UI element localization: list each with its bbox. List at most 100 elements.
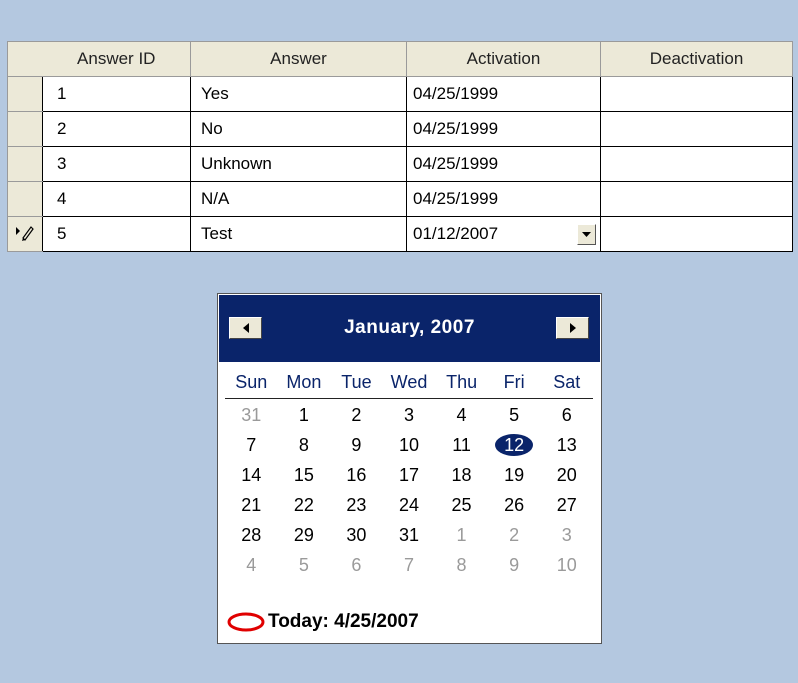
calendar-day[interactable]: 14 bbox=[225, 460, 278, 490]
today-link[interactable]: Today: 4/25/2007 bbox=[226, 608, 419, 636]
calendar-day[interactable]: 13 bbox=[540, 430, 593, 460]
cell-answer-id[interactable]: 1 bbox=[42, 76, 191, 112]
calendar-day[interactable]: 7 bbox=[383, 550, 436, 580]
calendar-day[interactable]: 1 bbox=[435, 520, 488, 550]
calendar-day[interactable]: 7 bbox=[225, 430, 278, 460]
cell-answer[interactable]: Test bbox=[190, 216, 407, 252]
cell-deactivation[interactable] bbox=[600, 216, 793, 252]
calendar-day[interactable]: 26 bbox=[488, 490, 541, 520]
cell-answer[interactable]: No bbox=[190, 111, 407, 147]
row-selector[interactable] bbox=[7, 76, 43, 112]
day-name: Thu bbox=[446, 372, 478, 392]
today-label[interactable]: Today: 4/25/2007 bbox=[268, 611, 419, 633]
cell-answer-id[interactable]: 2 bbox=[42, 111, 191, 147]
calendar-month-title: January, 2007 bbox=[344, 317, 475, 338]
column-header-answer-id[interactable]: Answer ID bbox=[42, 41, 191, 77]
cell-deactivation[interactable] bbox=[600, 76, 793, 112]
table-row[interactable]: 1 Yes 04/25/1999 bbox=[7, 76, 793, 112]
calendar-day[interactable]: 15 bbox=[278, 460, 331, 490]
calendar-day[interactable]: 25 bbox=[435, 490, 488, 520]
calendar-day[interactable]: 24 bbox=[383, 490, 436, 520]
calendar-day[interactable]: 5 bbox=[278, 550, 331, 580]
activation-date-value[interactable]: 01/12/2007 bbox=[413, 224, 498, 243]
row-selector[interactable] bbox=[7, 146, 43, 182]
row-selector[interactable] bbox=[7, 181, 43, 217]
chevron-down-icon bbox=[582, 232, 591, 237]
calendar-day-number: 12 bbox=[504, 435, 525, 455]
day-name: Sun bbox=[235, 372, 268, 392]
today-circle-icon bbox=[227, 612, 265, 632]
pencil-icon bbox=[16, 225, 34, 241]
header-corner[interactable] bbox=[7, 41, 43, 77]
calendar-day[interactable]: 9 bbox=[330, 430, 383, 460]
day-name: Wed bbox=[390, 372, 428, 392]
table-row[interactable]: 2 No 04/25/1999 bbox=[7, 111, 793, 147]
calendar-day[interactable]: 5 bbox=[488, 400, 541, 430]
cell-deactivation[interactable] bbox=[600, 146, 793, 182]
arrow-right-icon bbox=[569, 323, 576, 333]
day-of-week-row: Sun Mon Tue Wed Thu Fri Sat bbox=[225, 370, 593, 399]
calendar-day[interactable]: 8 bbox=[278, 430, 331, 460]
row-selector[interactable] bbox=[7, 111, 43, 147]
calendar-day-selected[interactable]: 12 bbox=[488, 430, 541, 460]
calendar-day[interactable]: 27 bbox=[540, 490, 593, 520]
calendar-days-grid: 31 1 2 3 4 5 6 7 8 9 10 11 12 13 14 15 16 17 18 19 20 21 22 23 2… bbox=[225, 400, 593, 580]
table-row[interactable]: 3 Unknown 04/25/1999 bbox=[7, 146, 793, 182]
cell-activation[interactable]: 04/25/1999 bbox=[406, 181, 601, 217]
calendar-day[interactable]: 30 bbox=[330, 520, 383, 550]
calendar-day[interactable]: 22 bbox=[278, 490, 331, 520]
table-row[interactable]: 4 N/A 04/25/1999 bbox=[7, 181, 793, 217]
calendar-day[interactable]: 10 bbox=[540, 550, 593, 580]
cell-answer[interactable]: Unknown bbox=[190, 146, 407, 182]
cell-answer[interactable]: Yes bbox=[190, 76, 407, 112]
calendar-day[interactable]: 2 bbox=[488, 520, 541, 550]
table-row-editing[interactable]: 5 Test 01/12/2007 bbox=[7, 216, 793, 252]
calendar-day[interactable]: 3 bbox=[383, 400, 436, 430]
cell-answer-id[interactable]: 3 bbox=[42, 146, 191, 182]
grid-header-row: Answer ID Answer Activation Deactivation bbox=[7, 41, 793, 77]
cell-answer[interactable]: N/A bbox=[190, 181, 407, 217]
day-name: Mon bbox=[286, 372, 322, 392]
calendar-day[interactable]: 20 bbox=[540, 460, 593, 490]
cell-activation[interactable]: 04/25/1999 bbox=[406, 111, 601, 147]
column-header-activation[interactable]: Activation bbox=[406, 41, 601, 77]
cell-activation[interactable]: 04/25/1999 bbox=[406, 146, 601, 182]
calendar-day[interactable]: 9 bbox=[488, 550, 541, 580]
date-picker-popup: January, 2007 Sun Mon Tue Wed Thu Fri Sa… bbox=[217, 293, 602, 644]
next-month-button[interactable] bbox=[556, 317, 589, 339]
cell-deactivation[interactable] bbox=[600, 111, 793, 147]
cell-deactivation[interactable] bbox=[600, 181, 793, 217]
calendar-day[interactable]: 31 bbox=[225, 400, 278, 430]
calendar-day[interactable]: 23 bbox=[330, 490, 383, 520]
calendar-day[interactable]: 10 bbox=[383, 430, 436, 460]
day-name: Fri bbox=[503, 372, 525, 392]
calendar-day[interactable]: 29 bbox=[278, 520, 331, 550]
calendar-day[interactable]: 11 bbox=[435, 430, 488, 460]
cell-answer-id[interactable]: 5 bbox=[42, 216, 191, 252]
calendar-day[interactable]: 6 bbox=[330, 550, 383, 580]
column-header-answer[interactable]: Answer bbox=[190, 41, 407, 77]
calendar-day[interactable]: 1 bbox=[278, 400, 331, 430]
date-dropdown-button[interactable] bbox=[577, 224, 596, 245]
day-name: Sat bbox=[553, 372, 581, 392]
calendar-day[interactable]: 6 bbox=[540, 400, 593, 430]
day-name: Tue bbox=[341, 372, 372, 392]
calendar-day[interactable]: 18 bbox=[435, 460, 488, 490]
calendar-day[interactable]: 16 bbox=[330, 460, 383, 490]
calendar-day[interactable]: 2 bbox=[330, 400, 383, 430]
calendar-day[interactable]: 17 bbox=[383, 460, 436, 490]
calendar-day[interactable]: 21 bbox=[225, 490, 278, 520]
calendar-day[interactable]: 8 bbox=[435, 550, 488, 580]
cell-activation[interactable]: 04/25/1999 bbox=[406, 76, 601, 112]
calendar-day[interactable]: 3 bbox=[540, 520, 593, 550]
calendar-day[interactable]: 31 bbox=[383, 520, 436, 550]
calendar-day[interactable]: 4 bbox=[435, 400, 488, 430]
cell-activation-editing[interactable]: 01/12/2007 bbox=[406, 216, 601, 252]
column-header-deactivation[interactable]: Deactivation bbox=[600, 41, 793, 77]
calendar-day[interactable]: 19 bbox=[488, 460, 541, 490]
answers-grid: Answer ID Answer Activation Deactivation… bbox=[7, 41, 793, 252]
calendar-day[interactable]: 28 bbox=[225, 520, 278, 550]
row-selector-editing[interactable] bbox=[7, 216, 43, 252]
cell-answer-id[interactable]: 4 bbox=[42, 181, 191, 217]
calendar-day[interactable]: 4 bbox=[225, 550, 278, 580]
